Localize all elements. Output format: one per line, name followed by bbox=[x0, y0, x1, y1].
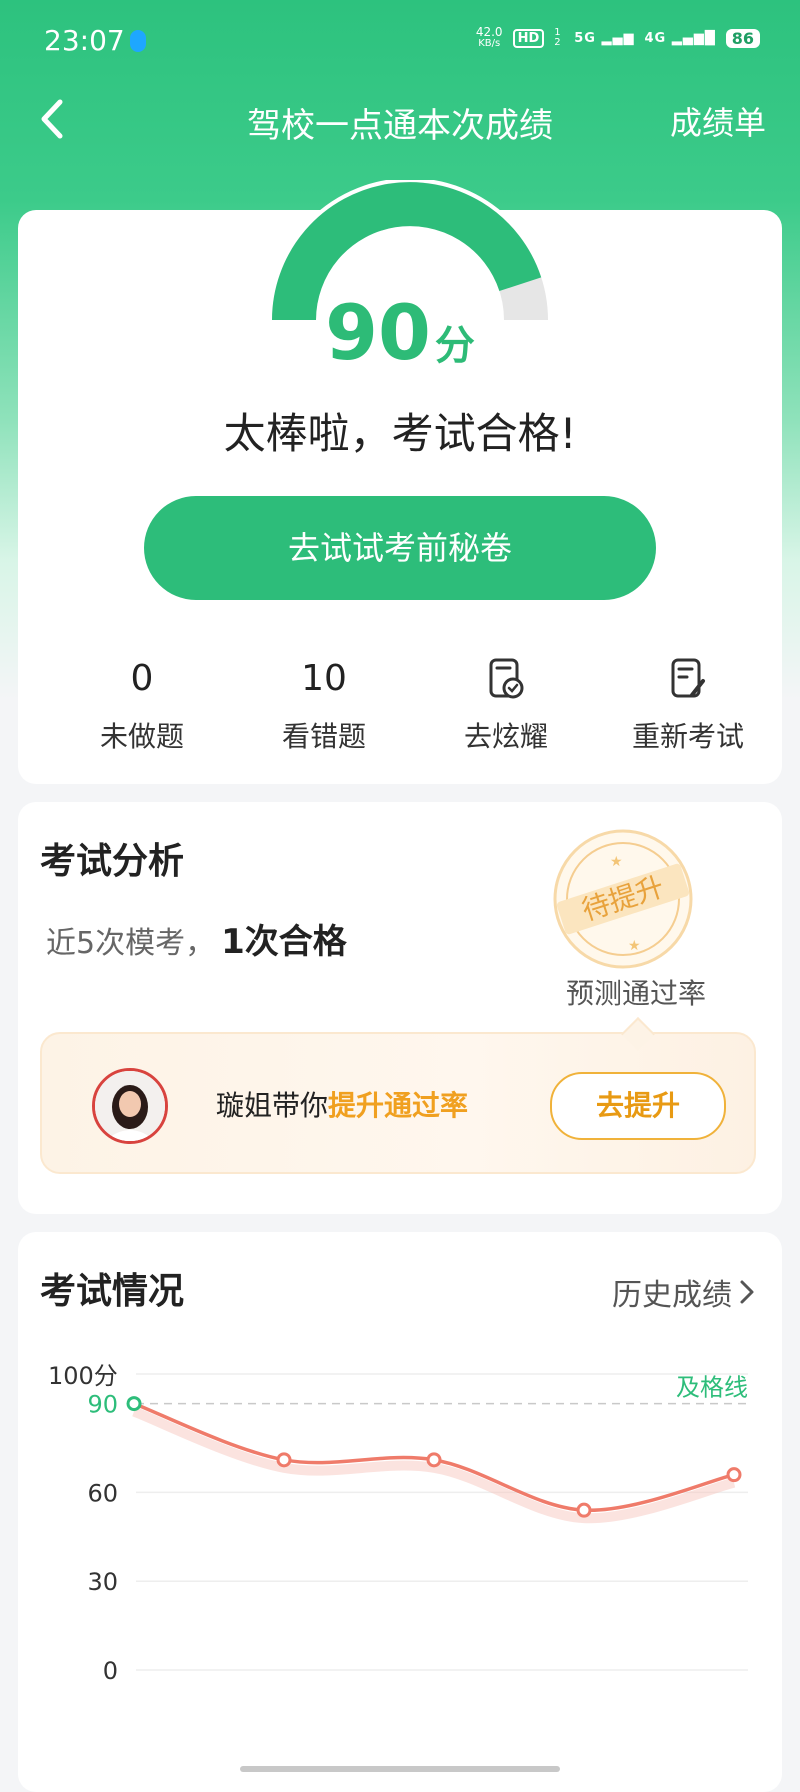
status-bar: 23:07 42.0 KB/s HD 1 2 5G ▂▄▆ 4G ▂▄▆█ 86 bbox=[0, 0, 800, 80]
status-time: 23:07 bbox=[44, 24, 125, 57]
improve-pass-rate-banner[interactable]: 璇姐带你提升通过率 去提升 bbox=[40, 1017, 756, 1174]
4g-label: 4G bbox=[644, 30, 667, 46]
hd-call-icon: HD bbox=[512, 28, 545, 48]
retake-exam-action[interactable]: 重新考试 bbox=[588, 655, 788, 755]
wrong-answers-label: 看错题 bbox=[281, 720, 366, 753]
score-display: 90 分 bbox=[18, 288, 782, 377]
history-scores-link[interactable]: 历史成绩 bbox=[612, 1270, 756, 1314]
coach-avatar bbox=[92, 1068, 168, 1144]
nav-bar: 驾校一点通本次成绩 成绩单 bbox=[0, 80, 800, 160]
unanswered-count: 0 bbox=[130, 658, 154, 699]
chevron-right-icon bbox=[740, 1280, 754, 1304]
notification-dot-icon bbox=[130, 30, 146, 52]
y-tick-label: 60 bbox=[87, 1479, 118, 1507]
score-unit: 分 bbox=[434, 323, 475, 369]
star-icon: ★ bbox=[610, 854, 623, 870]
history-scores-label: 历史成绩 bbox=[612, 1278, 732, 1313]
data-point bbox=[426, 1452, 442, 1468]
result-card: 90分 太棒啦，考试合格! 去试试考前秘卷 0 未做题 10 看错题 去炫耀 bbox=[18, 180, 782, 784]
5g-signal-icon: 5G ▂▄▆ bbox=[574, 30, 635, 46]
retake-exam-icon bbox=[588, 655, 788, 703]
score-report-link[interactable]: 成绩单 bbox=[670, 98, 766, 144]
data-point bbox=[726, 1467, 742, 1483]
exam-history-card: 考试情况 历史成绩 100分 90 60 30 0 及格线 bbox=[18, 1232, 782, 1792]
y-max-label: 100分 bbox=[48, 1362, 118, 1390]
secret-exam-button[interactable]: 去试试考前秘卷 bbox=[144, 496, 656, 600]
data-point bbox=[276, 1452, 292, 1468]
status-indicators: 42.0 KB/s HD 1 2 5G ▂▄▆ 4G ▂▄▆█ 86 bbox=[476, 26, 760, 50]
exam-history-title: 考试情况 bbox=[40, 1271, 185, 1312]
pass-line-label: 及格线 bbox=[676, 1374, 748, 1402]
home-indicator[interactable] bbox=[240, 1766, 560, 1772]
unanswered-action[interactable]: 0 未做题 bbox=[42, 655, 242, 755]
y-tick-label: 90 bbox=[87, 1391, 118, 1419]
promo-highlight: 提升通过率 bbox=[328, 1089, 469, 1122]
network-speed-value: 42.0 bbox=[475, 25, 503, 39]
sim-slots-label: 1 2 bbox=[554, 27, 561, 48]
recent-exams-prefix: 近5次模考， bbox=[46, 926, 216, 961]
promo-text: 璇姐带你提升通过率 bbox=[216, 1084, 468, 1124]
share-action[interactable]: 去炫耀 bbox=[406, 655, 606, 755]
promo-caret bbox=[621, 1017, 655, 1051]
network-speed-unit: KB/s bbox=[478, 38, 501, 49]
quick-actions: 0 未做题 10 看错题 去炫耀 重新考试 bbox=[18, 655, 782, 765]
recent-exams-summary: 近5次模考， 1次合格 bbox=[46, 914, 347, 963]
unanswered-label: 未做题 bbox=[99, 720, 184, 753]
needs-improvement-stamp: 待提升 ★ ★ bbox=[553, 829, 693, 969]
wrong-answers-action[interactable]: 10 看错题 bbox=[224, 655, 424, 755]
5g-label: 5G bbox=[574, 30, 596, 46]
y-tick-label: 30 bbox=[87, 1568, 118, 1596]
promo-prefix: 璇姐带你 bbox=[216, 1089, 329, 1122]
battery-icon: 86 bbox=[725, 28, 760, 48]
improve-button[interactable]: 去提升 bbox=[550, 1072, 726, 1140]
pass-rate-label: 预测通过率 bbox=[565, 977, 706, 1010]
4g-signal-icon: 4G ▂▄▆█ bbox=[644, 30, 716, 46]
share-badge-icon bbox=[406, 655, 606, 703]
exam-analysis-card: 考试分析 近5次模考， 1次合格 待提升 ★ ★ 预测通过率 璇姐带你提升通过率 … bbox=[18, 802, 782, 1214]
retake-exam-label: 重新考试 bbox=[631, 720, 744, 753]
result-message: 太棒啦，考试合格! bbox=[223, 409, 577, 458]
score-line-chart: 100分90 60 30 0 及格线 bbox=[48, 1362, 748, 1685]
analysis-title: 考试分析 bbox=[40, 841, 185, 882]
wrong-answers-count: 10 bbox=[301, 658, 347, 699]
y-tick-label: 0 bbox=[103, 1657, 118, 1685]
share-label: 去炫耀 bbox=[463, 720, 548, 753]
star-icon: ★ bbox=[628, 938, 641, 954]
data-point bbox=[576, 1502, 592, 1518]
network-speed: 42.0 KB/s bbox=[476, 26, 503, 50]
data-point bbox=[126, 1396, 142, 1412]
score-value: 90 bbox=[325, 288, 431, 377]
recent-passes: 1次合格 bbox=[221, 922, 347, 962]
